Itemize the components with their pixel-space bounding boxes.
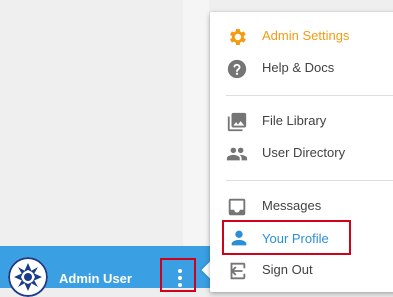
menu-item-help-docs[interactable]: Help & Docs [210,52,393,84]
kebab-dot [178,283,182,287]
inbox-icon [228,198,246,216]
menu-item-label: Admin Settings [262,28,350,43]
more-options-button[interactable] [160,258,196,292]
menu-item-label: File Library [262,113,327,128]
menu-item-user-directory[interactable]: User Directory [210,137,393,169]
kebab-dot [178,269,182,273]
content-gutter [183,0,209,288]
person-icon [231,230,247,246]
menu-item-sign-out[interactable]: Sign Out [210,254,393,286]
menu-item-your-profile[interactable]: Your Profile [222,220,351,255]
user-footer-bar: Admin User [0,246,210,297]
menu-item-file-library[interactable]: File Library [210,105,393,137]
menu-item-label: User Directory [262,145,346,160]
menu-item-label: Messages [262,198,322,213]
menu-item-messages[interactable]: Messages [210,190,393,222]
sign-out-icon [230,262,246,280]
menu-divider [226,180,393,181]
user-menu: Admin Settings Help & Docs File Library … [210,12,393,292]
avatar-logo-icon [8,257,48,297]
help-icon [227,59,247,79]
gear-icon [230,29,246,45]
menu-item-label: Your Profile [262,231,329,246]
people-icon [226,147,248,161]
kebab-dot [178,276,182,280]
menu-divider [226,95,393,96]
menu-item-label: Sign Out [262,262,313,277]
menu-pointer-mask [210,255,220,285]
menu-item-label: Help & Docs [262,60,335,75]
image-library-icon [227,112,247,132]
avatar[interactable] [8,257,48,297]
user-name: Admin User [59,271,132,286]
menu-item-admin-settings[interactable]: Admin Settings [210,20,393,52]
